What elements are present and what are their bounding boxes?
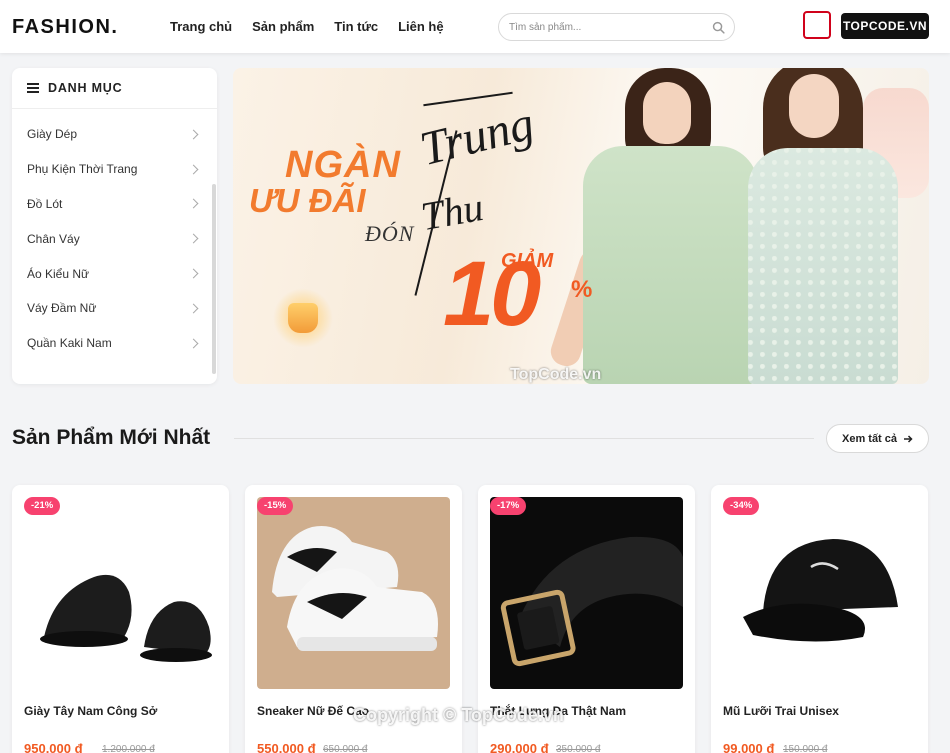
search-input[interactable] [509,19,699,36]
see-all-label: Xem tất cả [841,432,898,445]
banner-script-thu: Thu [417,183,487,240]
category-item[interactable]: Chân Váy [12,221,217,256]
search-icon[interactable] [712,21,725,34]
sidebar-title: DANH MỤC [48,81,123,95]
category-label: Quần Kaki Nam [27,336,112,351]
category-label: Chân Váy [27,231,80,246]
category-item[interactable]: Phụ Kiện Thời Trang [12,152,217,187]
model-2-dress [748,148,898,384]
site-logo[interactable]: FASHION. [12,16,118,39]
arrow-right-icon [904,434,913,443]
category-item[interactable]: Đồ Lót [12,187,217,222]
banner-script-trung: Trung [414,96,540,177]
category-item[interactable]: Váy Đầm Nữ [12,291,217,326]
discount-badge: -34% [723,497,760,515]
banner-percent-sign: % [571,276,593,303]
sidebar-scrollbar[interactable] [212,184,216,374]
brand-icon [803,11,831,39]
site-header: FASHION. Trang chủ Sản phẩm Tin tức Liên… [0,0,950,53]
banner-headline-2: ƯU ĐÃI [249,182,366,219]
model-1-dress [583,146,758,384]
chevron-right-icon [188,199,199,209]
see-all-button[interactable]: Xem tất cả [826,424,929,453]
promo-banner[interactable]: NGÀN ƯU ĐÃI ĐÓN Trung Thu 10 GIẢM % [233,68,929,384]
discount-badge: -15% [257,497,294,515]
product-card[interactable]: -21% Giày Tây Nam Công Sở 950.000 đ 1.20… [12,485,229,753]
chevron-right-icon [188,164,199,175]
category-label: Đồ Lót [27,196,63,211]
category-label: Phụ Kiện Thời Trang [27,162,138,177]
nav-contact[interactable]: Liên hệ [398,19,444,34]
product-name[interactable]: Mũ Lưỡi Trai Unisex [723,704,839,718]
product-price: 99.000 đ [723,741,775,753]
product-name[interactable]: Giày Tây Nam Công Sở [24,704,157,718]
nav-news[interactable]: Tin tức [334,19,378,34]
chevron-right-icon [188,338,199,349]
discount-badge: -21% [24,497,61,515]
banner-giam: GIẢM [501,250,554,272]
category-item[interactable]: Quần Kaki Nam [12,326,217,361]
product-card[interactable]: -34% Mũ Lưỡi Trai Unisex 99.000 đ 150.00… [711,485,928,753]
product-image-belt[interactable] [490,497,683,689]
chevron-right-icon [188,233,199,244]
category-label: Giày Dép [27,127,78,142]
menu-icon [27,83,39,93]
sidebar-header: DANH MỤC [12,68,217,109]
copyright-watermark: Copyright © TopCode.vn [353,705,564,725]
category-list: Giày Dép Phụ Kiện Thời Trang Đồ Lót Chân… [12,109,217,361]
product-image-cap[interactable] [723,497,916,689]
product-old-price: 350.000 đ [556,744,601,753]
section-title: Sản Phẩm Mới Nhất [12,426,211,449]
model-2-face [789,74,839,138]
chevron-right-icon [188,268,199,279]
chevron-right-icon [188,303,199,314]
brand-text: TOPCODE.VN [841,13,929,39]
watermark-text: TopCode.vn [510,366,602,383]
product-price: 290.000 đ [490,741,549,753]
category-item[interactable]: Áo Kiểu Nữ [12,256,217,291]
search-box [498,13,735,41]
nav-products[interactable]: Sản phẩm [252,19,314,34]
category-sidebar: DANH MỤC Giày Dép Phụ Kiện Thời Trang Đồ… [12,68,217,384]
main-nav: Trang chủ Sản phẩm Tin tức Liên hệ [170,19,444,34]
product-old-price: 650.000 đ [323,744,368,753]
banner-headline-1: NGÀN [285,144,401,186]
model-1-face [643,82,691,144]
category-label: Váy Đầm Nữ [27,301,97,316]
chevron-right-icon [188,129,199,140]
category-label: Áo Kiểu Nữ [27,266,90,281]
section-divider [234,438,814,439]
product-price: 950.000 đ [24,741,83,753]
lantern-image [288,303,318,333]
product-image-shoes[interactable] [24,497,217,689]
category-item[interactable]: Giày Dép [12,117,217,152]
topcode-brand-logo: TOPCODE.VN [803,11,929,41]
product-image-sneakers[interactable] [257,497,450,689]
banner-don: ĐÓN [365,221,415,246]
product-old-price: 150.000 đ [783,744,828,753]
product-old-price: 1.200.000 đ [102,744,155,753]
product-price: 550.000 đ [257,741,316,753]
discount-badge: -17% [490,497,527,515]
nav-home[interactable]: Trang chủ [170,19,232,34]
